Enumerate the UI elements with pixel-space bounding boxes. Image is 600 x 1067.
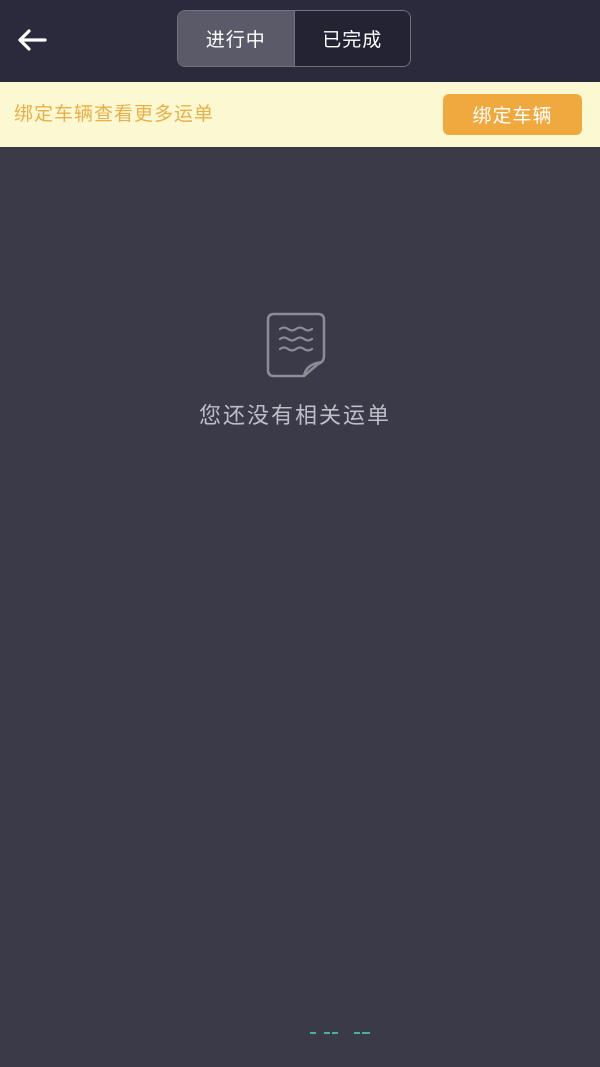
banner-message: 绑定车辆查看更多运单: [14, 103, 215, 125]
tab-in-progress[interactable]: 进行中: [178, 11, 295, 66]
bind-vehicle-button[interactable]: 绑定车辆: [443, 94, 582, 135]
document-icon: [266, 312, 326, 378]
bottom-indicator: [310, 1032, 370, 1034]
top-header: 进行中 已完成: [0, 0, 600, 82]
back-button[interactable]: [10, 20, 54, 60]
tab-completed[interactable]: 已完成: [294, 11, 410, 66]
back-arrow-icon: [18, 29, 47, 51]
empty-state-message: 您还没有相关运单: [198, 404, 391, 429]
bind-vehicle-banner: 绑定车辆查看更多运单 绑定车辆: [0, 82, 600, 147]
status-segmented-control: 进行中 已完成: [177, 10, 411, 67]
